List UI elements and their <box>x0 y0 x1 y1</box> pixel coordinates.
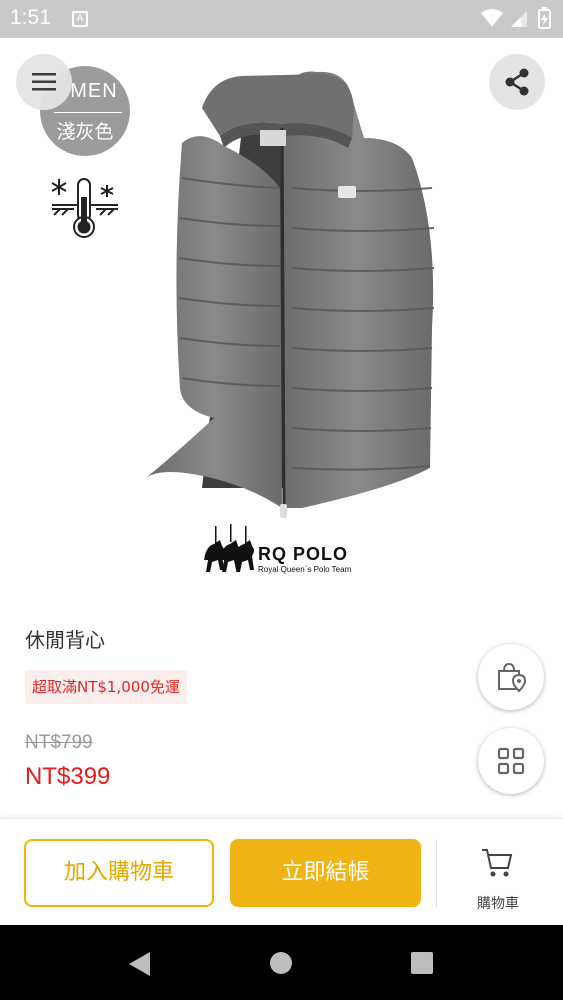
badge-divider <box>54 112 122 113</box>
category-grid-button[interactable] <box>478 728 544 794</box>
status-time: 1:51 <box>10 6 51 29</box>
cold-weather-thermometer-icon <box>51 178 118 238</box>
polo-horses-logo-icon <box>204 524 254 572</box>
wifi-icon <box>481 9 503 27</box>
share-button[interactable] <box>489 54 545 110</box>
store-bag-location-icon <box>498 662 527 693</box>
system-nav-bar <box>0 925 563 1000</box>
shopping-cart-icon <box>482 849 513 877</box>
bottom-action-bar: 加入購物車 立即結帳 購物車 <box>0 818 563 925</box>
recent-apps-icon[interactable] <box>411 952 433 974</box>
add-to-cart-button[interactable]: 加入購物車 <box>24 839 214 907</box>
shipping-promo-tag: 超取滿NT$1,000免運 <box>25 670 187 704</box>
brand-name: RQ POLO <box>258 544 349 564</box>
status-bar: 1:51 A <box>0 0 563 38</box>
cart-label: 購物車 <box>477 896 519 912</box>
notification-icon: A <box>72 11 88 27</box>
grid-icon <box>497 747 525 775</box>
store-location-button[interactable] <box>478 644 544 710</box>
sale-price: NT$399 <box>25 763 111 790</box>
back-icon[interactable] <box>128 951 152 977</box>
share-icon <box>505 68 529 96</box>
product-vest-image <box>146 71 435 518</box>
hamburger-menu-icon <box>32 73 56 91</box>
action-divider <box>436 839 437 907</box>
status-icons <box>481 7 551 29</box>
home-icon[interactable] <box>270 952 292 974</box>
brand-logo: RQ POLO Royal Queen`s Polo Team <box>200 520 370 578</box>
brand-tagline: Royal Queen`s Polo Team <box>258 565 352 574</box>
checkout-button[interactable]: 立即結帳 <box>230 839 421 907</box>
original-price: NT$799 <box>25 732 93 753</box>
product-name: 休閒背心 <box>25 628 105 652</box>
cart-button[interactable]: 購物車 <box>460 845 536 917</box>
color-label: 淺灰色 <box>56 121 114 143</box>
menu-button[interactable] <box>16 54 72 110</box>
